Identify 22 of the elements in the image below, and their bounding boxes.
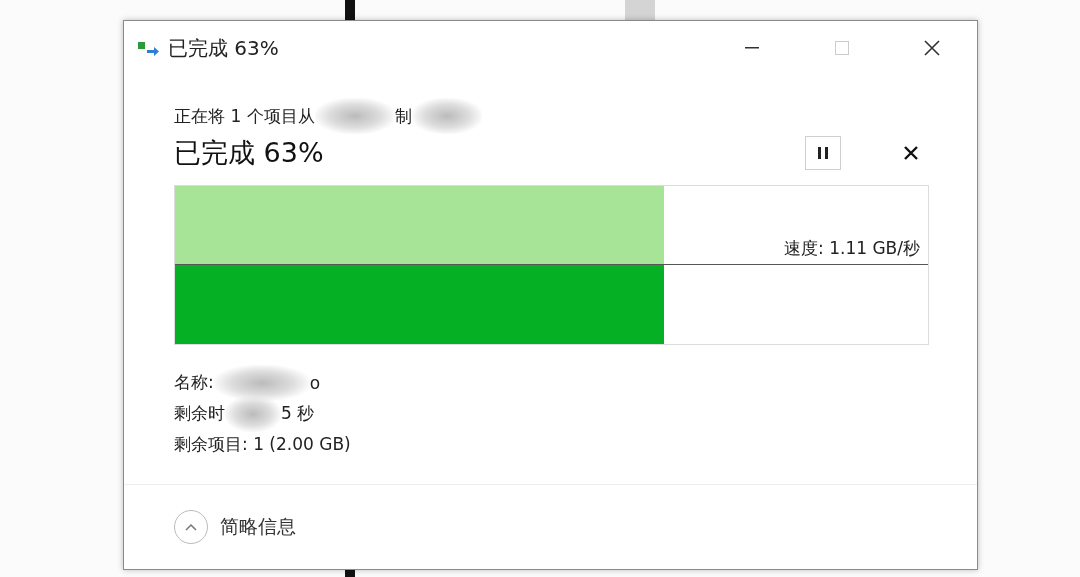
close-icon xyxy=(924,40,940,56)
progress-heading: 已完成 63% xyxy=(174,136,325,170)
time-remaining-label: 剩余时 xyxy=(174,402,225,425)
fewer-details-link[interactable]: 简略信息 xyxy=(220,514,296,540)
collapse-button[interactable] xyxy=(174,510,208,544)
minimize-icon xyxy=(745,47,759,49)
speed-reading: 速度: 1.11 GB/秒 xyxy=(784,237,920,260)
time-remaining-value: 5 秒 xyxy=(281,402,315,425)
background-block xyxy=(625,0,655,20)
name-tail: o xyxy=(309,372,321,393)
name-label: 名称: xyxy=(174,371,214,394)
window-title: 已完成 63% xyxy=(168,34,280,62)
items-remaining: 剩余项目: 1 (2.00 GB) xyxy=(174,433,351,456)
pause-button[interactable] xyxy=(805,136,841,170)
chevron-icon xyxy=(185,523,197,531)
pause-icon xyxy=(817,146,829,160)
copy-icon xyxy=(138,40,160,56)
copy-description: 正在将 1 个项目从 xyxy=(174,104,315,128)
background-bar xyxy=(345,0,355,20)
maximize-icon xyxy=(835,41,849,55)
close-icon xyxy=(904,146,918,160)
copy-description-tail: 制 xyxy=(394,104,412,128)
